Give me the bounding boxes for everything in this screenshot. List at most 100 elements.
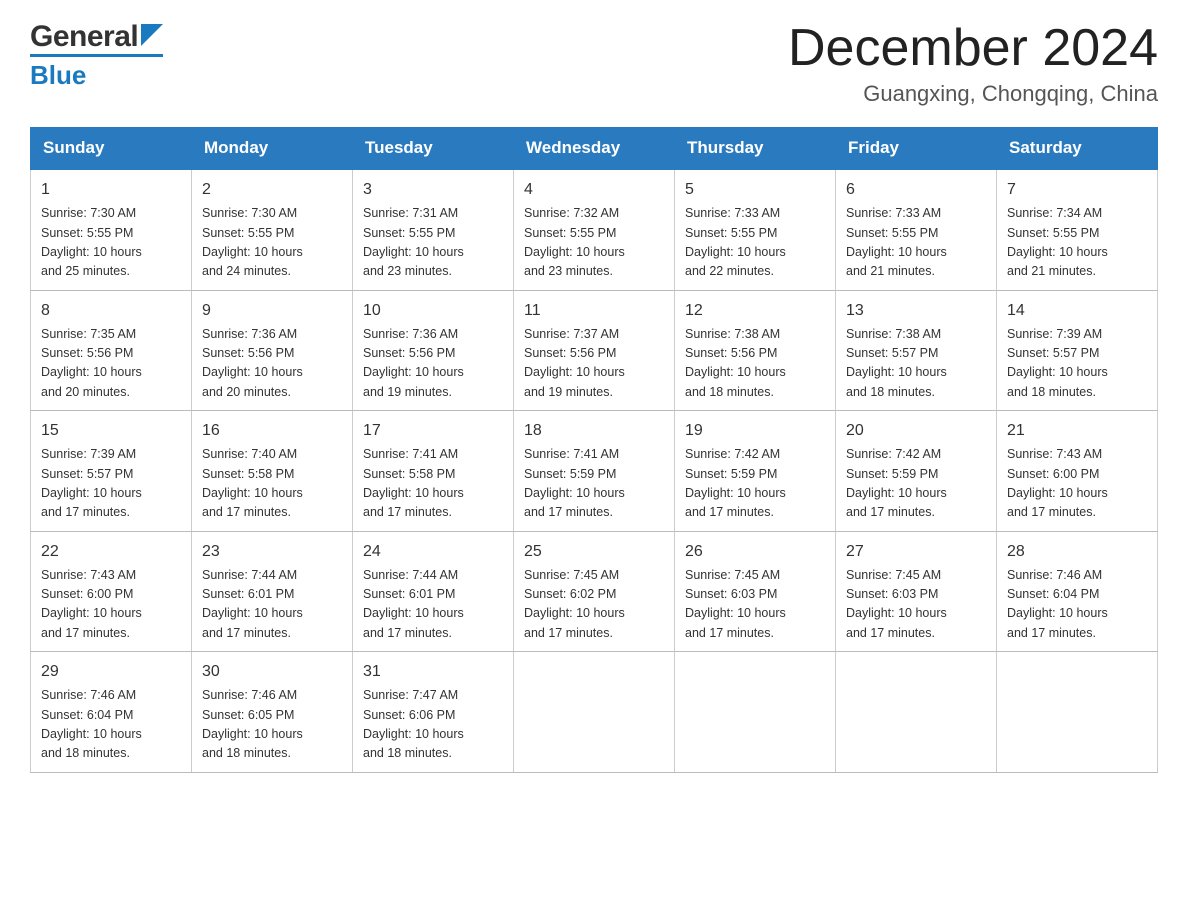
day-info: Sunrise: 7:32 AMSunset: 5:55 PMDaylight:… (524, 204, 664, 282)
calendar-table: Sunday Monday Tuesday Wednesday Thursday… (30, 127, 1158, 773)
table-row: 31Sunrise: 7:47 AMSunset: 6:06 PMDayligh… (353, 652, 514, 773)
table-row: 15Sunrise: 7:39 AMSunset: 5:57 PMDayligh… (31, 411, 192, 532)
day-info: Sunrise: 7:36 AMSunset: 5:56 PMDaylight:… (363, 325, 503, 403)
day-number: 13 (846, 299, 986, 323)
table-row: 8Sunrise: 7:35 AMSunset: 5:56 PMDaylight… (31, 290, 192, 411)
day-info: Sunrise: 7:38 AMSunset: 5:57 PMDaylight:… (846, 325, 986, 403)
day-number: 30 (202, 660, 342, 684)
day-info: Sunrise: 7:47 AMSunset: 6:06 PMDaylight:… (363, 686, 503, 764)
day-info: Sunrise: 7:46 AMSunset: 6:04 PMDaylight:… (1007, 566, 1147, 644)
table-row: 6Sunrise: 7:33 AMSunset: 5:55 PMDaylight… (836, 169, 997, 290)
table-row (997, 652, 1158, 773)
table-row (675, 652, 836, 773)
day-number: 28 (1007, 540, 1147, 564)
col-thursday: Thursday (675, 128, 836, 170)
day-info: Sunrise: 7:34 AMSunset: 5:55 PMDaylight:… (1007, 204, 1147, 282)
col-saturday: Saturday (997, 128, 1158, 170)
table-row: 25Sunrise: 7:45 AMSunset: 6:02 PMDayligh… (514, 531, 675, 652)
calendar-header-row: Sunday Monday Tuesday Wednesday Thursday… (31, 128, 1158, 170)
day-info: Sunrise: 7:44 AMSunset: 6:01 PMDaylight:… (202, 566, 342, 644)
col-sunday: Sunday (31, 128, 192, 170)
day-info: Sunrise: 7:42 AMSunset: 5:59 PMDaylight:… (685, 445, 825, 523)
day-info: Sunrise: 7:44 AMSunset: 6:01 PMDaylight:… (363, 566, 503, 644)
table-row: 2Sunrise: 7:30 AMSunset: 5:55 PMDaylight… (192, 169, 353, 290)
day-number: 3 (363, 178, 503, 202)
day-info: Sunrise: 7:39 AMSunset: 5:57 PMDaylight:… (1007, 325, 1147, 403)
day-info: Sunrise: 7:31 AMSunset: 5:55 PMDaylight:… (363, 204, 503, 282)
day-info: Sunrise: 7:37 AMSunset: 5:56 PMDaylight:… (524, 325, 664, 403)
table-row: 14Sunrise: 7:39 AMSunset: 5:57 PMDayligh… (997, 290, 1158, 411)
calendar-title-block: December 2024 Guangxing, Chongqing, Chin… (788, 20, 1158, 107)
table-row: 16Sunrise: 7:40 AMSunset: 5:58 PMDayligh… (192, 411, 353, 532)
table-row: 11Sunrise: 7:37 AMSunset: 5:56 PMDayligh… (514, 290, 675, 411)
table-row: 4Sunrise: 7:32 AMSunset: 5:55 PMDaylight… (514, 169, 675, 290)
day-info: Sunrise: 7:30 AMSunset: 5:55 PMDaylight:… (41, 204, 181, 282)
table-row: 28Sunrise: 7:46 AMSunset: 6:04 PMDayligh… (997, 531, 1158, 652)
day-number: 21 (1007, 419, 1147, 443)
col-monday: Monday (192, 128, 353, 170)
day-info: Sunrise: 7:45 AMSunset: 6:02 PMDaylight:… (524, 566, 664, 644)
day-number: 26 (685, 540, 825, 564)
day-number: 18 (524, 419, 664, 443)
day-info: Sunrise: 7:33 AMSunset: 5:55 PMDaylight:… (685, 204, 825, 282)
logo-arrow-icon (141, 24, 163, 46)
table-row: 5Sunrise: 7:33 AMSunset: 5:55 PMDaylight… (675, 169, 836, 290)
table-row: 13Sunrise: 7:38 AMSunset: 5:57 PMDayligh… (836, 290, 997, 411)
day-number: 15 (41, 419, 181, 443)
calendar-title: December 2024 (788, 20, 1158, 77)
day-info: Sunrise: 7:38 AMSunset: 5:56 PMDaylight:… (685, 325, 825, 403)
day-info: Sunrise: 7:43 AMSunset: 6:00 PMDaylight:… (41, 566, 181, 644)
table-row: 22Sunrise: 7:43 AMSunset: 6:00 PMDayligh… (31, 531, 192, 652)
day-info: Sunrise: 7:42 AMSunset: 5:59 PMDaylight:… (846, 445, 986, 523)
table-row: 9Sunrise: 7:36 AMSunset: 5:56 PMDaylight… (192, 290, 353, 411)
page-header: General Blue December 2024 Guangxing, Ch… (30, 20, 1158, 107)
day-number: 1 (41, 178, 181, 202)
day-number: 5 (685, 178, 825, 202)
day-number: 25 (524, 540, 664, 564)
day-info: Sunrise: 7:41 AMSunset: 5:59 PMDaylight:… (524, 445, 664, 523)
day-number: 27 (846, 540, 986, 564)
table-row: 10Sunrise: 7:36 AMSunset: 5:56 PMDayligh… (353, 290, 514, 411)
calendar-subtitle: Guangxing, Chongqing, China (788, 81, 1158, 107)
table-row: 20Sunrise: 7:42 AMSunset: 5:59 PMDayligh… (836, 411, 997, 532)
day-number: 9 (202, 299, 342, 323)
day-number: 22 (41, 540, 181, 564)
table-row: 17Sunrise: 7:41 AMSunset: 5:58 PMDayligh… (353, 411, 514, 532)
table-row: 7Sunrise: 7:34 AMSunset: 5:55 PMDaylight… (997, 169, 1158, 290)
day-number: 31 (363, 660, 503, 684)
logo-blue-text: Blue (30, 60, 86, 91)
day-number: 20 (846, 419, 986, 443)
day-number: 14 (1007, 299, 1147, 323)
calendar-week-row: 29Sunrise: 7:46 AMSunset: 6:04 PMDayligh… (31, 652, 1158, 773)
day-number: 7 (1007, 178, 1147, 202)
table-row: 21Sunrise: 7:43 AMSunset: 6:00 PMDayligh… (997, 411, 1158, 532)
day-number: 16 (202, 419, 342, 443)
day-info: Sunrise: 7:35 AMSunset: 5:56 PMDaylight:… (41, 325, 181, 403)
day-number: 19 (685, 419, 825, 443)
day-info: Sunrise: 7:45 AMSunset: 6:03 PMDaylight:… (685, 566, 825, 644)
day-number: 17 (363, 419, 503, 443)
calendar-week-row: 8Sunrise: 7:35 AMSunset: 5:56 PMDaylight… (31, 290, 1158, 411)
day-info: Sunrise: 7:33 AMSunset: 5:55 PMDaylight:… (846, 204, 986, 282)
day-info: Sunrise: 7:46 AMSunset: 6:05 PMDaylight:… (202, 686, 342, 764)
table-row: 23Sunrise: 7:44 AMSunset: 6:01 PMDayligh… (192, 531, 353, 652)
logo-general-text: General (30, 20, 138, 54)
table-row: 24Sunrise: 7:44 AMSunset: 6:01 PMDayligh… (353, 531, 514, 652)
day-number: 2 (202, 178, 342, 202)
day-number: 6 (846, 178, 986, 202)
day-info: Sunrise: 7:43 AMSunset: 6:00 PMDaylight:… (1007, 445, 1147, 523)
table-row (836, 652, 997, 773)
table-row: 12Sunrise: 7:38 AMSunset: 5:56 PMDayligh… (675, 290, 836, 411)
day-info: Sunrise: 7:41 AMSunset: 5:58 PMDaylight:… (363, 445, 503, 523)
col-tuesday: Tuesday (353, 128, 514, 170)
table-row: 26Sunrise: 7:45 AMSunset: 6:03 PMDayligh… (675, 531, 836, 652)
table-row: 19Sunrise: 7:42 AMSunset: 5:59 PMDayligh… (675, 411, 836, 532)
table-row: 29Sunrise: 7:46 AMSunset: 6:04 PMDayligh… (31, 652, 192, 773)
day-number: 29 (41, 660, 181, 684)
day-info: Sunrise: 7:45 AMSunset: 6:03 PMDaylight:… (846, 566, 986, 644)
day-number: 8 (41, 299, 181, 323)
col-friday: Friday (836, 128, 997, 170)
table-row: 1Sunrise: 7:30 AMSunset: 5:55 PMDaylight… (31, 169, 192, 290)
day-number: 10 (363, 299, 503, 323)
table-row: 18Sunrise: 7:41 AMSunset: 5:59 PMDayligh… (514, 411, 675, 532)
